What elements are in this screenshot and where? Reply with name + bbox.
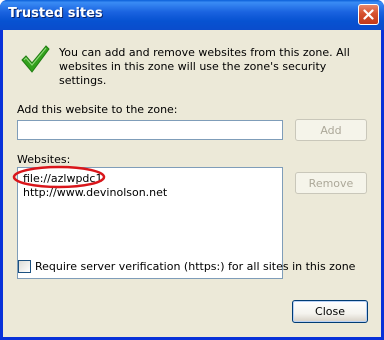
add-button[interactable]: Add <box>295 119 367 141</box>
add-site-label: Add this website to the zone: <box>17 103 178 116</box>
trusted-sites-dialog: Trusted sites You can add and remove web… <box>0 0 384 340</box>
dialog-body: You can add and remove websites from thi… <box>3 30 381 337</box>
add-site-input[interactable] <box>18 121 282 139</box>
list-item[interactable]: http://www.devinolson.net <box>23 186 167 199</box>
window-title: Trusted sites <box>8 6 103 21</box>
close-icon <box>363 9 374 20</box>
require-https-label[interactable]: Require server verification (https:) for… <box>35 260 355 273</box>
close-button[interactable]: Close <box>292 300 368 323</box>
require-https-checkbox[interactable] <box>18 260 31 273</box>
remove-button[interactable]: Remove <box>295 172 367 194</box>
list-item[interactable]: file://azlwpdc1 <box>23 172 102 185</box>
websites-label: Websites: <box>17 153 71 166</box>
zone-info-text: You can add and remove websites from thi… <box>59 46 350 87</box>
green-check-icon <box>21 45 50 73</box>
title-close-button[interactable] <box>358 4 379 25</box>
add-site-field[interactable] <box>17 120 283 140</box>
title-bar[interactable]: Trusted sites <box>0 0 384 30</box>
